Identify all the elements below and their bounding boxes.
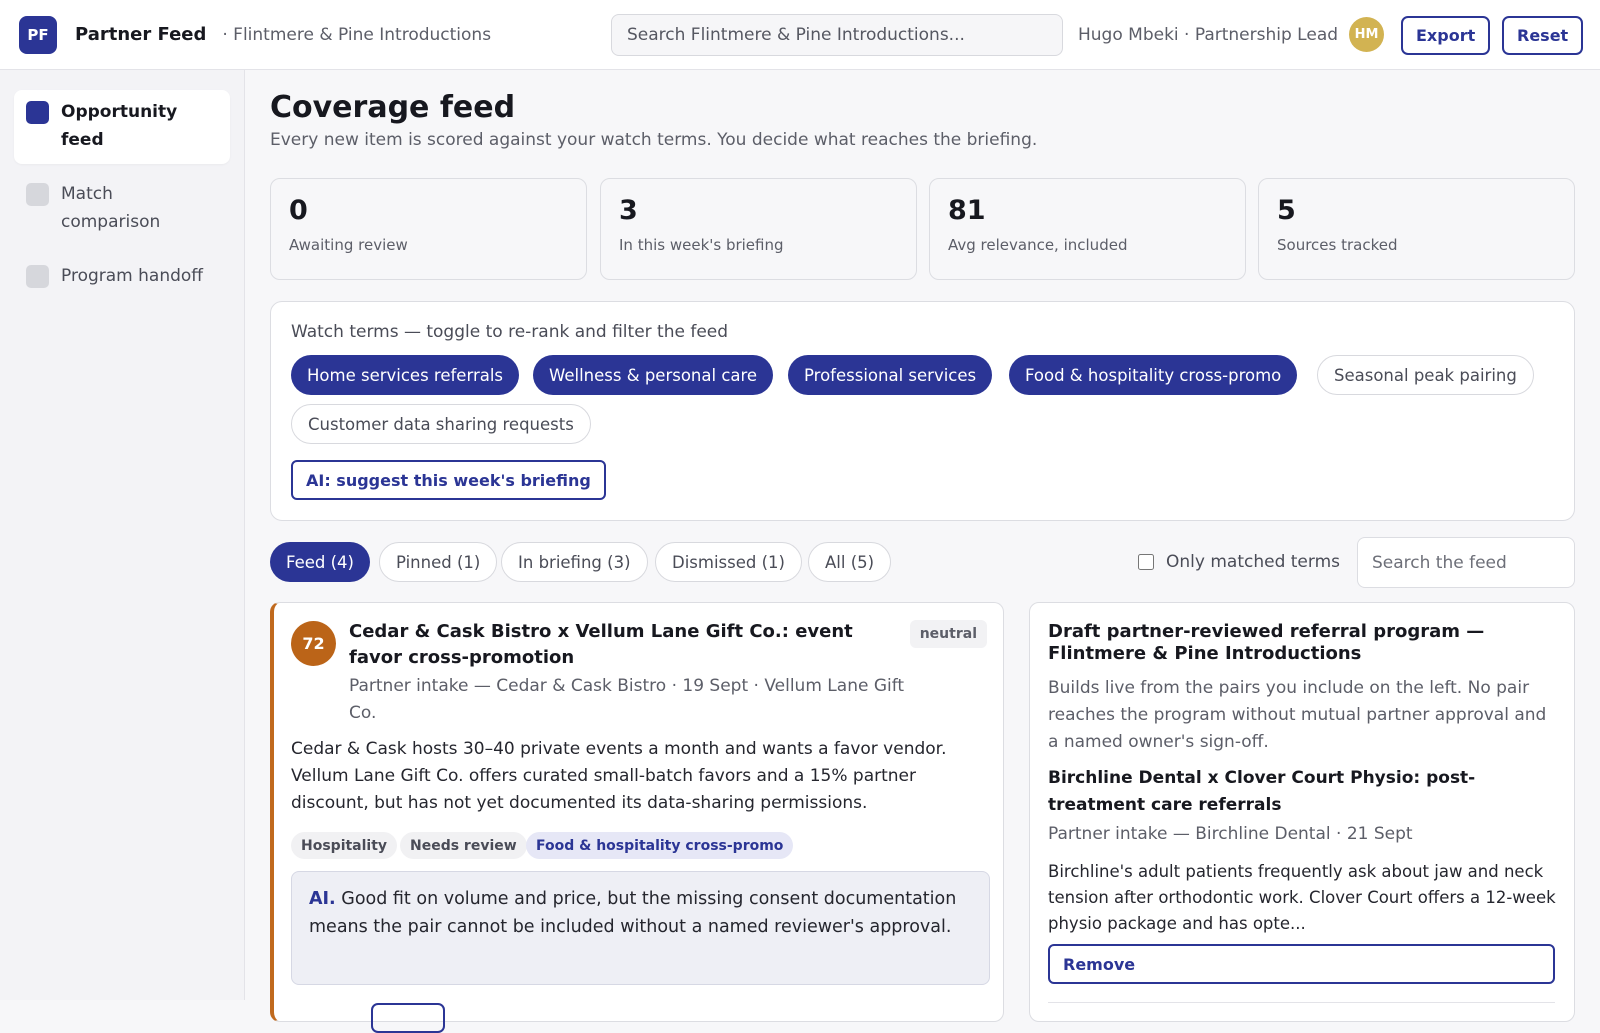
sidebar-item-label: Opportunity feed [61, 102, 178, 150]
nav-square-icon [26, 101, 49, 124]
stat-card-avg-relevance: 81 Avg relevance, included [929, 178, 1246, 280]
only-matched-label: Only matched terms [1166, 552, 1340, 572]
tab-in-briefing[interactable]: In briefing (3) [501, 542, 648, 582]
user-name: Hugo Mbeki · Partnership Lead [1078, 25, 1339, 45]
watch-terms-title: Watch terms — toggle to re-rank and filt… [291, 322, 729, 342]
export-button[interactable]: Export [1401, 16, 1491, 55]
term-chip-professional-services[interactable]: Professional services [788, 355, 993, 395]
tab-dismissed[interactable]: Dismissed (1) [655, 542, 802, 582]
stat-label: Sources tracked [1277, 236, 1398, 254]
app-title: Partner Feed [75, 24, 207, 45]
sidebar-item-program-handoff[interactable]: Program handoff [14, 254, 230, 300]
tab-pinned[interactable]: Pinned (1) [379, 542, 498, 582]
sidebar-item-opportunity-feed[interactable]: Opportunity feed [14, 90, 230, 164]
draft-program-panel: Draft partner-reviewed referral program … [1029, 602, 1575, 1022]
stat-label: Avg relevance, included [948, 236, 1128, 254]
card-action-button[interactable] [371, 1003, 445, 1033]
avatar[interactable]: HM [1349, 17, 1384, 52]
ai-note-prefix: AI. [309, 889, 336, 909]
ai-note-text: Good fit on volume and price, but the mi… [309, 889, 957, 937]
reset-button[interactable]: Reset [1502, 16, 1584, 55]
only-matched-checkbox[interactable] [1138, 554, 1154, 570]
stat-value: 81 [948, 195, 986, 226]
feed-search-input[interactable] [1357, 537, 1575, 588]
feed-item-body: Cedar & Cask hosts 30–40 private events … [291, 739, 947, 813]
pair-body: Birchline's adult patients frequently as… [1048, 862, 1556, 933]
tab-all[interactable]: All (5) [808, 542, 892, 582]
stat-card-in-briefing: 3 In this week's briefing [600, 178, 917, 280]
stat-card-awaiting-review: 0 Awaiting review [270, 178, 587, 280]
remove-pair-button[interactable]: Remove [1048, 944, 1555, 984]
stat-value: 0 [289, 195, 308, 226]
feed-item-card[interactable]: 72 Cedar & Cask Bistro x Vellum Lane Gif… [270, 602, 1004, 1033]
term-chip-customer-data[interactable]: Customer data sharing requests [291, 404, 591, 444]
stat-label: In this week's briefing [619, 236, 784, 254]
org-name: · Flintmere & Pine Introductions [222, 24, 492, 45]
stat-value: 3 [619, 195, 638, 226]
term-chip-home-services[interactable]: Home services referrals [291, 355, 520, 395]
relevance-score-badge: 72 [291, 621, 336, 666]
watch-terms-panel: Watch terms — toggle to re-rank and filt… [270, 301, 1575, 521]
only-matched-toggle[interactable]: Only matched terms [1138, 543, 1340, 581]
draft-description: Builds live from the pairs you include o… [1048, 678, 1547, 752]
sentiment-badge: neutral [909, 620, 987, 648]
term-chip-wellness[interactable]: Wellness & personal care [533, 355, 774, 395]
term-chip-seasonal-peak[interactable]: Seasonal peak pairing [1317, 355, 1534, 395]
divider [1048, 1002, 1555, 1003]
term-chip-food-hospitality[interactable]: Food & hospitality cross-promo [1009, 355, 1298, 395]
page-subtitle: Every new item is scored against your wa… [270, 130, 1038, 150]
tag-hospitality: Hospitality [291, 832, 398, 859]
tag-watch-term: Food & hospitality cross-promo [526, 832, 794, 859]
sidebar: Opportunity feed Match comparison Progra… [0, 70, 245, 1000]
pair-meta: Partner intake — Birchline Dental · 21 S… [1048, 824, 1413, 844]
tab-feed[interactable]: Feed (4) [270, 542, 370, 582]
stat-value: 5 [1277, 195, 1296, 226]
ai-suggest-briefing-button[interactable]: AI: suggest this week's briefing [291, 460, 606, 500]
draft-title: Draft partner-reviewed referral program … [1048, 621, 1485, 664]
page-title: Coverage feed [270, 90, 516, 125]
nav-square-icon [26, 183, 49, 206]
sidebar-item-label: Program handoff [61, 266, 204, 286]
feed-item-meta: Partner intake — Cedar & Cask Bistro · 1… [349, 676, 905, 723]
sidebar-item-label: Match comparison [61, 184, 161, 232]
global-search-input[interactable] [611, 14, 1063, 56]
sidebar-item-match-comparison[interactable]: Match comparison [14, 172, 230, 246]
feed-item-title: Cedar & Cask Bistro x Vellum Lane Gift C… [349, 621, 853, 668]
pair-title: Birchline Dental x Clover Court Physio: … [1048, 768, 1476, 815]
ai-note: AI. Good fit on volume and price, but th… [291, 871, 990, 985]
nav-square-icon [26, 265, 49, 288]
stat-label: Awaiting review [289, 236, 408, 254]
stat-card-sources-tracked: 5 Sources tracked [1258, 178, 1575, 280]
tag-needs-review: Needs review [400, 832, 527, 859]
app-logo: PF [19, 15, 57, 54]
